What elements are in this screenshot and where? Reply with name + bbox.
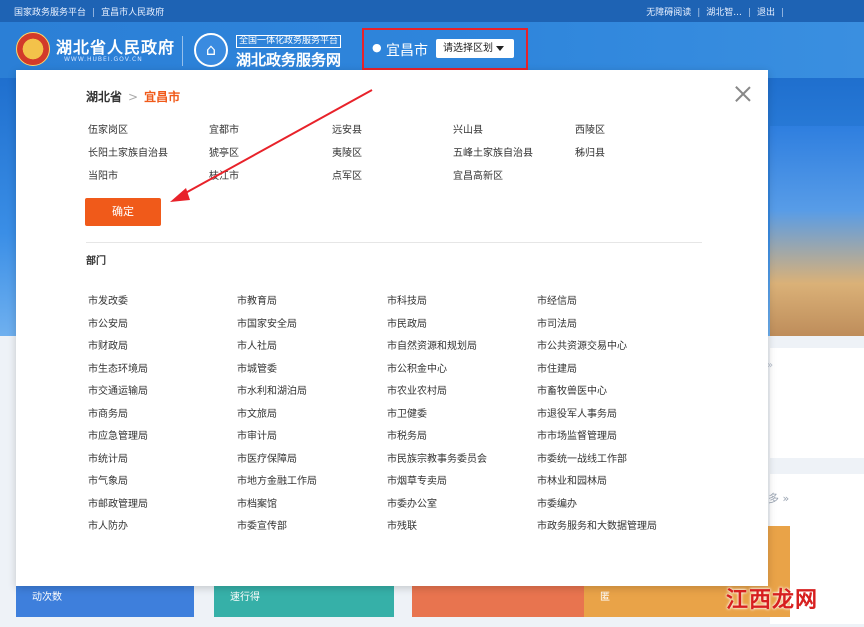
city-skyline-image [770,126,864,336]
district-item[interactable]: 猇亭区 [209,144,239,159]
department-item[interactable]: 市残联 [387,517,417,532]
department-item[interactable]: 市农业农村局 [387,382,447,397]
user-link[interactable]: 湖北智... [706,8,742,18]
department-item[interactable]: 市公积金中心 [387,360,447,375]
district-item[interactable]: 当阳市 [88,167,118,182]
watermark: 江西龙网 [726,588,819,613]
crumb-separator: > [128,90,139,104]
district-item[interactable]: 伍家岗区 [88,121,128,136]
department-item[interactable]: 市应急管理局 [88,427,148,442]
district-item[interactable]: 宜昌高新区 [453,167,503,182]
yichang-gov-link[interactable]: 宜昌市人民政府 [101,8,164,18]
department-heading: 部门 [86,256,106,267]
district-item[interactable]: 五峰土家族自治县 [453,144,533,159]
department-item[interactable]: 市税务局 [387,427,427,442]
platform-tag: 全国一体化政务服务平台 [236,35,342,48]
region-select[interactable]: 请选择区划 [436,39,514,58]
gov-title[interactable]: 湖北省人民政府 [56,34,175,58]
department-item[interactable]: 市司法局 [537,315,577,330]
divider [86,242,702,243]
crumb-city[interactable]: 宜昌市 [144,90,180,104]
department-item[interactable]: 市公共资源交易中心 [537,337,627,352]
department-item[interactable]: 市医疗保障局 [237,450,297,465]
department-item[interactable]: 市国家安全局 [237,315,297,330]
top-links-right: 无障碍阅读 | 湖北智... | 退出 | [646,8,784,18]
logout-link[interactable]: 退出 [757,8,775,18]
crumb-province[interactable]: 湖北省 [86,90,122,104]
current-city[interactable]: 宜昌市 [386,40,428,60]
department-item[interactable]: 市财政局 [88,337,128,352]
department-item[interactable]: 市生态环境局 [88,360,148,375]
department-item[interactable]: 市气象局 [88,472,128,487]
confirm-button[interactable]: 确定 [85,198,161,226]
department-item[interactable]: 市畜牧兽医中心 [537,382,607,397]
national-platform-link[interactable]: 国家政务服务平台 [14,8,86,18]
top-bar: 国家政务服务平台 | 宜昌市人民政府 无障碍阅读 | 湖北智... | 退出 | [0,0,864,22]
department-item[interactable]: 市民政局 [387,315,427,330]
more-link[interactable]: 多 » [768,490,789,506]
district-item[interactable]: 宜都市 [209,121,239,136]
gov-url: WWW.HUBEI.GOV.CN [64,56,143,63]
district-item[interactable]: 枝江市 [209,167,239,182]
department-item[interactable]: 市退役军人事务局 [537,405,617,420]
department-item[interactable]: 市档案馆 [237,495,277,510]
department-item[interactable]: 市商务局 [88,405,128,420]
district-item[interactable]: 秭归县 [575,144,605,159]
department-item[interactable]: 市民族宗教事务委员会 [387,450,487,465]
department-item[interactable]: 市城管委 [237,360,277,375]
location-pin-icon: ● [372,41,382,54]
department-item[interactable]: 市市场监督管理局 [537,427,617,442]
department-item[interactable]: 市委宣传部 [237,517,287,532]
department-item[interactable]: 市教育局 [237,292,277,307]
service-logo-icon: ⌂ [194,33,228,67]
department-item[interactable]: 市科技局 [387,292,427,307]
accessibility-link[interactable]: 无障碍阅读 [646,8,691,18]
district-item[interactable]: 兴山县 [453,121,483,136]
department-item[interactable]: 市烟草专卖局 [387,472,447,487]
department-item[interactable]: 市水利和湖泊局 [237,382,307,397]
side-card [770,348,864,458]
top-links-left: 国家政务服务平台 | 宜昌市人民政府 [14,8,165,18]
department-item[interactable]: 市发改委 [88,292,128,307]
department-item[interactable]: 市林业和园林局 [537,472,607,487]
department-item[interactable]: 市委统一战线工作部 [537,450,627,465]
department-item[interactable]: 市委办公室 [387,495,437,510]
department-item[interactable]: 市人社局 [237,337,277,352]
breadcrumb: 湖北省 > 宜昌市 [86,88,180,105]
service-card[interactable]: 速行得 [214,584,394,617]
department-item[interactable]: 市公安局 [88,315,128,330]
department-item[interactable]: 市审计局 [237,427,277,442]
department-item[interactable]: 市文旅局 [237,405,277,420]
region-select-label: 请选择区划 [443,43,493,54]
close-icon[interactable] [734,85,752,103]
service-card[interactable]: 动次数 [16,584,194,617]
department-item[interactable]: 市经信局 [537,292,577,307]
department-item[interactable]: 市人防办 [88,517,128,532]
service-card[interactable] [412,584,592,617]
caret-down-icon [496,45,504,51]
district-item[interactable]: 长阳土家族自治县 [88,144,168,159]
district-item[interactable]: 西陵区 [575,121,605,136]
department-item[interactable]: 市地方金融工作局 [237,472,317,487]
department-item[interactable]: 市政务服务和大数据管理局 [537,517,657,532]
department-item[interactable]: 市卫健委 [387,405,427,420]
department-item[interactable]: 市统计局 [88,450,128,465]
national-emblem-icon [16,32,50,66]
department-item[interactable]: 市邮政管理局 [88,495,148,510]
header-divider [182,36,183,66]
department-item[interactable]: 市交通运输局 [88,382,148,397]
department-item[interactable]: 市自然资源和规划局 [387,337,477,352]
district-item[interactable]: 夷陵区 [332,144,362,159]
department-item[interactable]: 市住建局 [537,360,577,375]
department-item[interactable]: 市委编办 [537,495,577,510]
district-item[interactable]: 远安县 [332,121,362,136]
district-item[interactable]: 点军区 [332,167,362,182]
service-title[interactable]: 湖北政务服务网 [236,49,341,70]
region-select-dialog: 湖北省 > 宜昌市 伍家岗区 宜都市 远安县 兴山县 西陵区 长阳土家族自治县 猇亭… [16,70,768,586]
